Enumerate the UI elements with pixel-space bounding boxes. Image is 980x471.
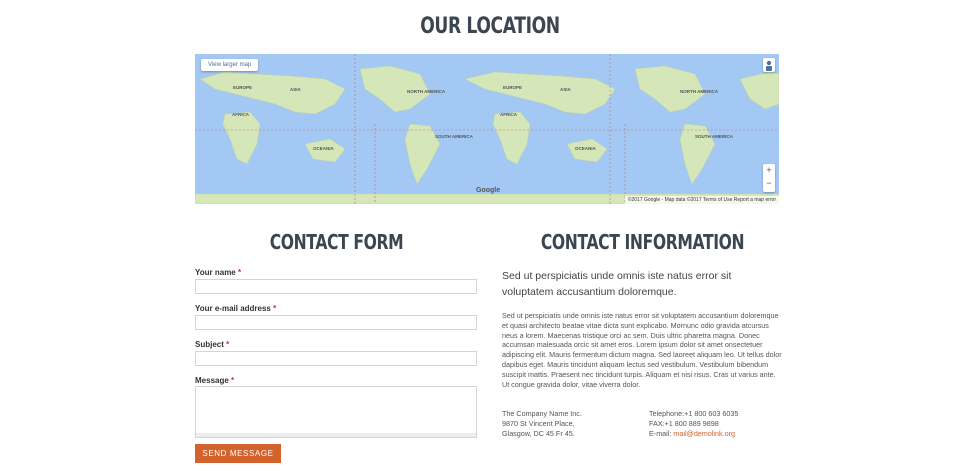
city-address: Glasgow, DC 45 Fr 45. xyxy=(502,429,575,438)
company-name: The Company Name Inc. xyxy=(502,409,582,418)
telephone: Telephone:+1 800 603 6035 xyxy=(649,409,739,418)
email-line: E-mail: mail@demolink.org xyxy=(649,429,735,438)
location-title: OUR LOCATION xyxy=(420,14,560,39)
subject-field[interactable] xyxy=(195,351,477,366)
email-label: Your e-mail address * xyxy=(195,304,277,313)
map-label: NORTH AMERICA xyxy=(407,89,446,94)
textarea-resize-handle[interactable] xyxy=(196,433,476,437)
view-larger-map-link[interactable]: View larger map xyxy=(201,59,259,71)
location-map[interactable]: EUROPE ASIA AFRICA OCEANIA NORTH AMERICA… xyxy=(195,54,779,204)
map-label: ASIA xyxy=(290,87,301,92)
contact-lead-text: Sed ut perspiciatis unde omnis iste natu… xyxy=(502,270,732,298)
phone-block: Telephone:+1 800 603 6035 FAX:+1 800 889… xyxy=(649,409,738,439)
zoom-control: + − xyxy=(763,164,775,192)
world-map-graphic xyxy=(195,54,779,204)
contact-information-title: CONTACT INFORMATION xyxy=(540,230,745,254)
street-view-pegman-icon[interactable] xyxy=(763,58,775,72)
email-link[interactable]: mail@demolink.org xyxy=(673,429,735,438)
map-label: OCEANIA xyxy=(575,146,596,151)
fax: FAX:+1 800 889 9898 xyxy=(649,419,719,428)
map-attribution[interactable]: ©2017 Google - Map data ©2017 Terms of U… xyxy=(624,196,779,204)
name-field[interactable] xyxy=(195,279,477,294)
map-label: SOUTH AMERICA xyxy=(435,134,473,139)
google-logo: Google xyxy=(476,187,501,194)
address-block: The Company Name Inc. 9870 St Vincent Pl… xyxy=(502,409,582,439)
map-label: AFRICA xyxy=(500,112,517,117)
map-label: ASIA xyxy=(560,87,571,92)
message-textarea[interactable] xyxy=(195,386,477,438)
map-label: AFRICA xyxy=(232,112,249,117)
contact-form-title: CONTACT FORM xyxy=(269,230,404,254)
map-label: EUROPE xyxy=(233,85,253,90)
map-label: SOUTH AMERICA xyxy=(695,134,733,139)
map-label: EUROPE xyxy=(503,85,523,90)
street-address: 9870 St Vincent Place, xyxy=(502,419,575,428)
zoom-out-button[interactable]: − xyxy=(763,177,775,190)
contact-body-text: Sed ut perspiciatis unde omnis iste natu… xyxy=(502,311,782,389)
map-label: NORTH AMERICA xyxy=(680,89,719,94)
zoom-in-button[interactable]: + xyxy=(763,164,775,177)
subject-label: Subject * xyxy=(195,340,230,349)
name-label: Your name * xyxy=(195,268,242,277)
map-label: OCEANIA xyxy=(313,146,334,151)
send-message-button[interactable]: SEND MESSAGE xyxy=(195,444,281,463)
message-label: Message * xyxy=(195,376,235,385)
email-field[interactable] xyxy=(195,315,477,330)
